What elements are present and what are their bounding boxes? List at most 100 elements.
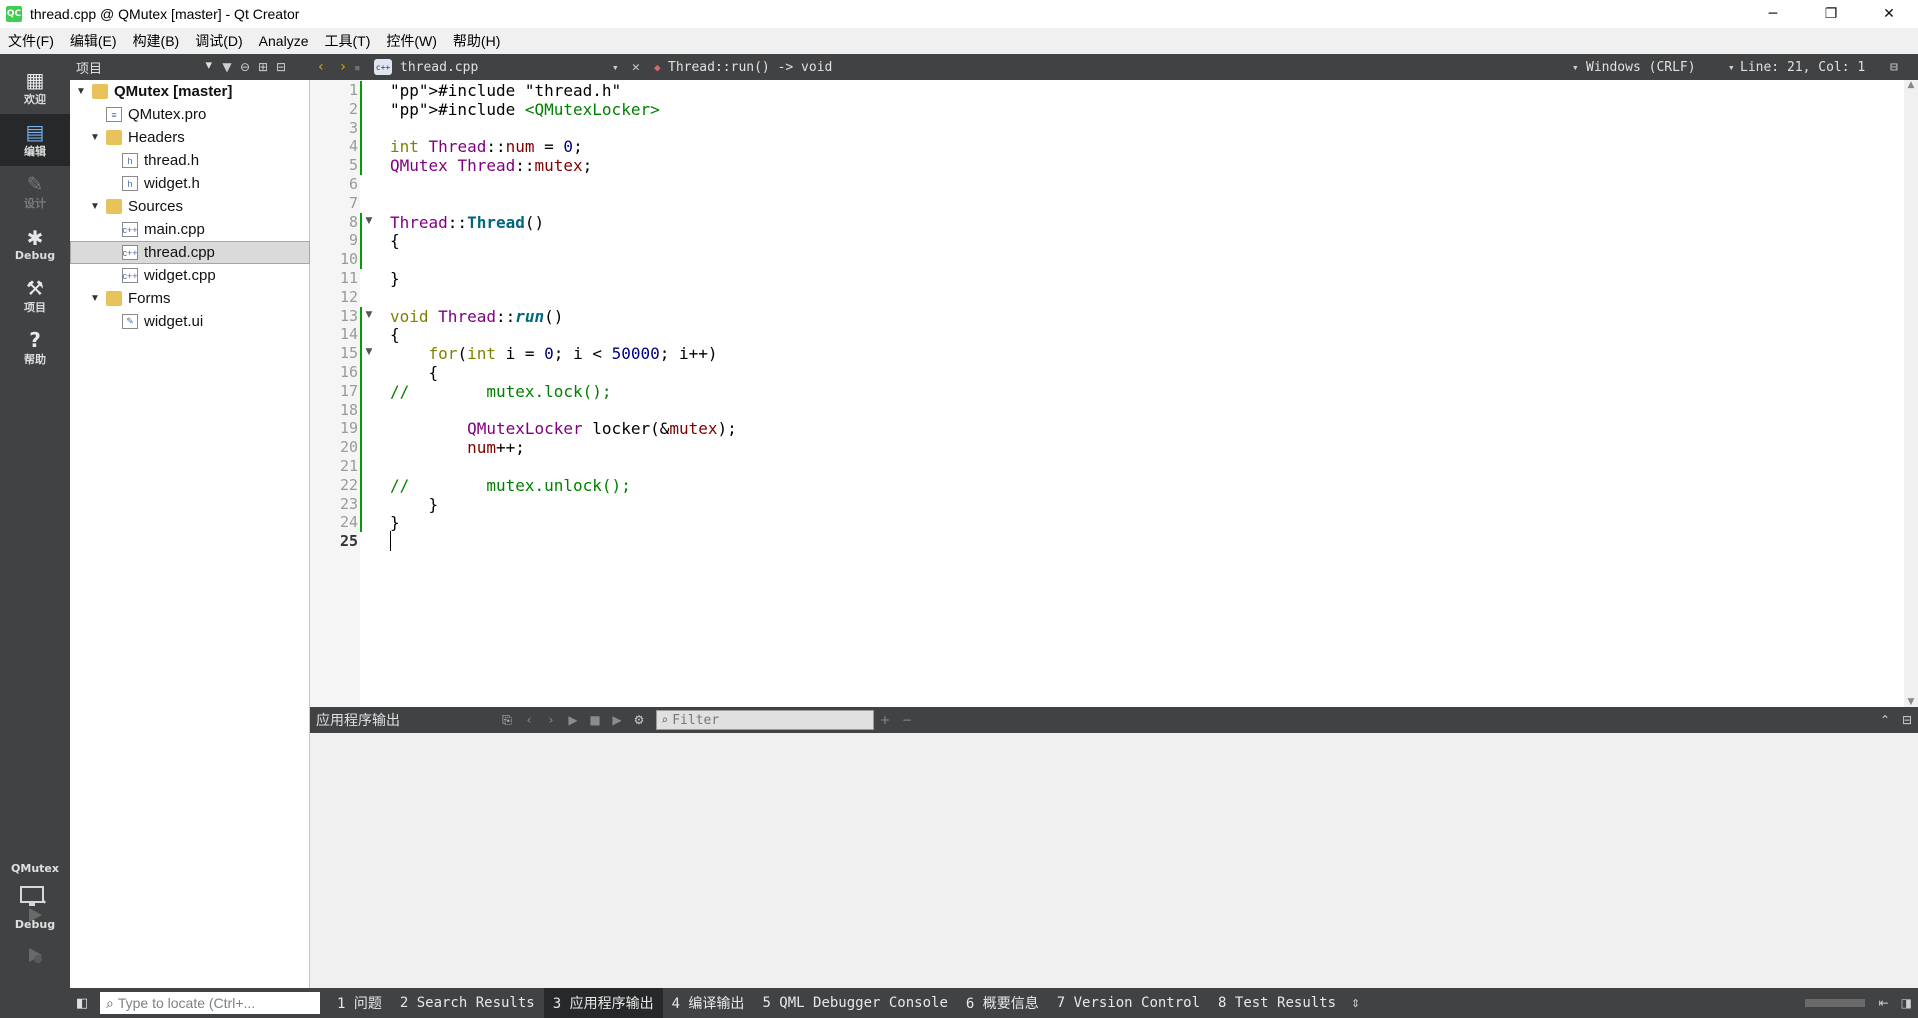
chevron-down-icon[interactable]: ▾	[612, 61, 632, 74]
stop-icon[interactable]: ■	[584, 713, 606, 727]
menu-file[interactable]: 文件(F)	[0, 31, 62, 51]
mode-help[interactable]: ? 帮助	[0, 322, 70, 374]
ui-file-icon: ✎	[122, 314, 138, 329]
cursor-position[interactable]: Line: 21, Col: 1	[1740, 60, 1890, 75]
forward-arrow-icon[interactable]: ›	[332, 59, 354, 75]
open-document-name[interactable]: thread.cpp	[400, 60, 612, 75]
code-editor[interactable]: 1 2 3 4 5 6 7 8 9 10 11 12 13 14 15 16 17 18 19 20 21 22 23 24 2…	[310, 80, 1918, 707]
toggle-right-sidebar-icon[interactable]: ◨	[1901, 996, 1912, 1010]
chevron-down-icon[interactable]: ▾	[1572, 61, 1586, 74]
menu-help[interactable]: 帮助(H)	[445, 31, 508, 51]
fold-arrow-icon[interactable]: ▼	[364, 347, 374, 357]
mode-design[interactable]: ✎ 设计	[0, 166, 70, 218]
fold-arrow-icon[interactable]: ▼	[364, 310, 374, 320]
code-line[interactable]: {	[390, 229, 400, 252]
code-line[interactable]: }	[390, 267, 400, 290]
chevron-down-icon[interactable]: ▼	[88, 132, 102, 143]
menu-build[interactable]: 构建(B)	[125, 31, 188, 51]
mode-label: 编辑	[24, 145, 46, 158]
mode-debug[interactable]: ✱ Debug	[0, 218, 70, 270]
application-output[interactable]	[310, 733, 1918, 988]
tab-application-output[interactable]: 3 应用程序输出	[543, 988, 663, 1018]
chevron-down-icon[interactable]: ▼	[88, 201, 102, 212]
code-line[interactable]: }	[390, 511, 400, 534]
code-line[interactable]: "pp">#include <QMutexLocker>	[390, 98, 660, 121]
code-line[interactable]: // mutex.lock();	[390, 380, 612, 403]
toggle-sidebar-icon[interactable]: ◧	[76, 996, 88, 1011]
minimize-button[interactable]: ─	[1744, 0, 1802, 28]
attach-icon[interactable]: ⎘	[496, 713, 518, 728]
chevron-down-icon[interactable]: ▾	[1728, 61, 1740, 74]
menu-widgets[interactable]: 控件(W)	[378, 31, 445, 51]
close-panel-icon[interactable]: ⊟	[272, 60, 290, 74]
change-indicator	[360, 306, 362, 533]
restore-button[interactable]: ❐	[1802, 0, 1860, 28]
run-button[interactable]	[22, 902, 48, 928]
maximize-pane-icon[interactable]: ⌃	[1874, 713, 1896, 727]
tree-project-root[interactable]: ▼ QMutex [master]	[70, 80, 310, 103]
close-pane-icon[interactable]: ⊟	[1896, 713, 1918, 727]
bug-icon: ✱	[26, 225, 44, 250]
close-document-icon[interactable]: ✕	[632, 60, 654, 75]
line-ending-selector[interactable]: Windows (CRLF)	[1586, 60, 1728, 75]
close-button[interactable]: ✕	[1860, 0, 1918, 28]
tab-issues[interactable]: 1 问题	[328, 988, 391, 1018]
more-tabs-icon[interactable]: ⇕	[1351, 997, 1360, 1010]
tree-file-widget-ui[interactable]: ✎ widget.ui	[70, 310, 310, 333]
tab-qml-debugger-console[interactable]: 5 QML Debugger Console	[753, 988, 956, 1018]
tree-file-thread-h[interactable]: h thread.h	[70, 149, 310, 172]
next-icon[interactable]: ›	[540, 713, 562, 727]
window-controls: ─ ❐ ✕	[1744, 0, 1918, 28]
scroll-down-icon[interactable]: ▼	[1904, 697, 1918, 707]
tree-file-widget-h[interactable]: h widget.h	[70, 172, 310, 195]
gear-icon[interactable]: ⚙	[628, 713, 650, 727]
debug-run-button[interactable]	[22, 942, 48, 968]
filter-icon[interactable]: ▼	[218, 60, 236, 74]
project-view-selector[interactable]: 项目 ▾	[76, 58, 218, 77]
mode-edit[interactable]: ▤ 编辑	[0, 114, 70, 166]
fold-arrow-icon[interactable]: ▼	[364, 216, 374, 226]
split-editor-icon[interactable]: ⊟	[1890, 60, 1910, 75]
collapse-icon[interactable]: ⇤	[1879, 996, 1889, 1010]
code-line[interactable]: num++;	[390, 436, 525, 459]
code-line[interactable]: QMutex Thread::mutex;	[390, 154, 592, 177]
tab-version-control[interactable]: 7 Version Control	[1048, 988, 1209, 1018]
tree-file-main-cpp[interactable]: c++ main.cpp	[70, 218, 310, 241]
chevron-down-icon[interactable]: ▼	[88, 293, 102, 304]
code-line[interactable]: Thread::Thread()	[390, 211, 544, 234]
code-line[interactable]: void Thread::run()	[390, 305, 563, 328]
menu-analyze[interactable]: Analyze	[251, 33, 317, 49]
locator-input[interactable]: ⌕ Type to locate (Ctrl+...	[100, 992, 320, 1014]
menu-edit[interactable]: 编辑(E)	[62, 31, 125, 51]
locator-placeholder: Type to locate (Ctrl+...	[117, 995, 256, 1011]
tree-folder-forms[interactable]: ▼ Forms	[70, 287, 310, 310]
run-icon[interactable]: ▶	[562, 713, 584, 727]
tree-file-pro[interactable]: ≡ QMutex.pro	[70, 103, 310, 126]
mode-projects[interactable]: ⚒ 项目	[0, 270, 70, 322]
scroll-up-icon[interactable]: ▲	[1904, 80, 1918, 90]
link-icon[interactable]: ⊖	[236, 60, 254, 74]
tab-search-results[interactable]: 2 Search Results	[391, 988, 544, 1018]
menu-debug[interactable]: 调试(D)	[187, 31, 250, 51]
chevron-down-icon[interactable]: ▼	[74, 86, 88, 97]
tree-folder-sources[interactable]: ▼ Sources	[70, 195, 310, 218]
tree-file-widget-cpp[interactable]: c++ widget.cpp	[70, 264, 310, 287]
tree-folder-headers[interactable]: ▼ Headers	[70, 126, 310, 149]
output-filter-input[interactable]: ⌕ Filter	[656, 710, 874, 730]
menu-tools[interactable]: 工具(T)	[316, 31, 378, 51]
debug-icon[interactable]: ▶	[606, 713, 628, 727]
line-number: 17	[339, 381, 358, 400]
plus-icon[interactable]: +	[874, 713, 896, 727]
previous-icon[interactable]: ‹	[518, 713, 540, 727]
code-line[interactable]: for(int i = 0; i < 50000; i++)	[390, 342, 718, 365]
tab-general-messages[interactable]: 6 概要信息	[957, 988, 1048, 1018]
mode-welcome[interactable]: ▦ 欢迎	[0, 62, 70, 114]
minus-icon[interactable]: −	[896, 713, 918, 727]
tab-test-results[interactable]: 8 Test Results	[1209, 988, 1345, 1018]
split-icon[interactable]: ⊞	[254, 60, 272, 74]
tree-file-thread-cpp[interactable]: c++ thread.cpp	[70, 241, 310, 264]
tab-compile-output[interactable]: 4 编译输出	[663, 988, 754, 1018]
back-arrow-icon[interactable]: ‹	[310, 59, 332, 75]
vertical-scrollbar[interactable]: ▲ ▼	[1904, 80, 1918, 707]
symbol-selector[interactable]: Thread::run() -> void	[668, 60, 1572, 75]
